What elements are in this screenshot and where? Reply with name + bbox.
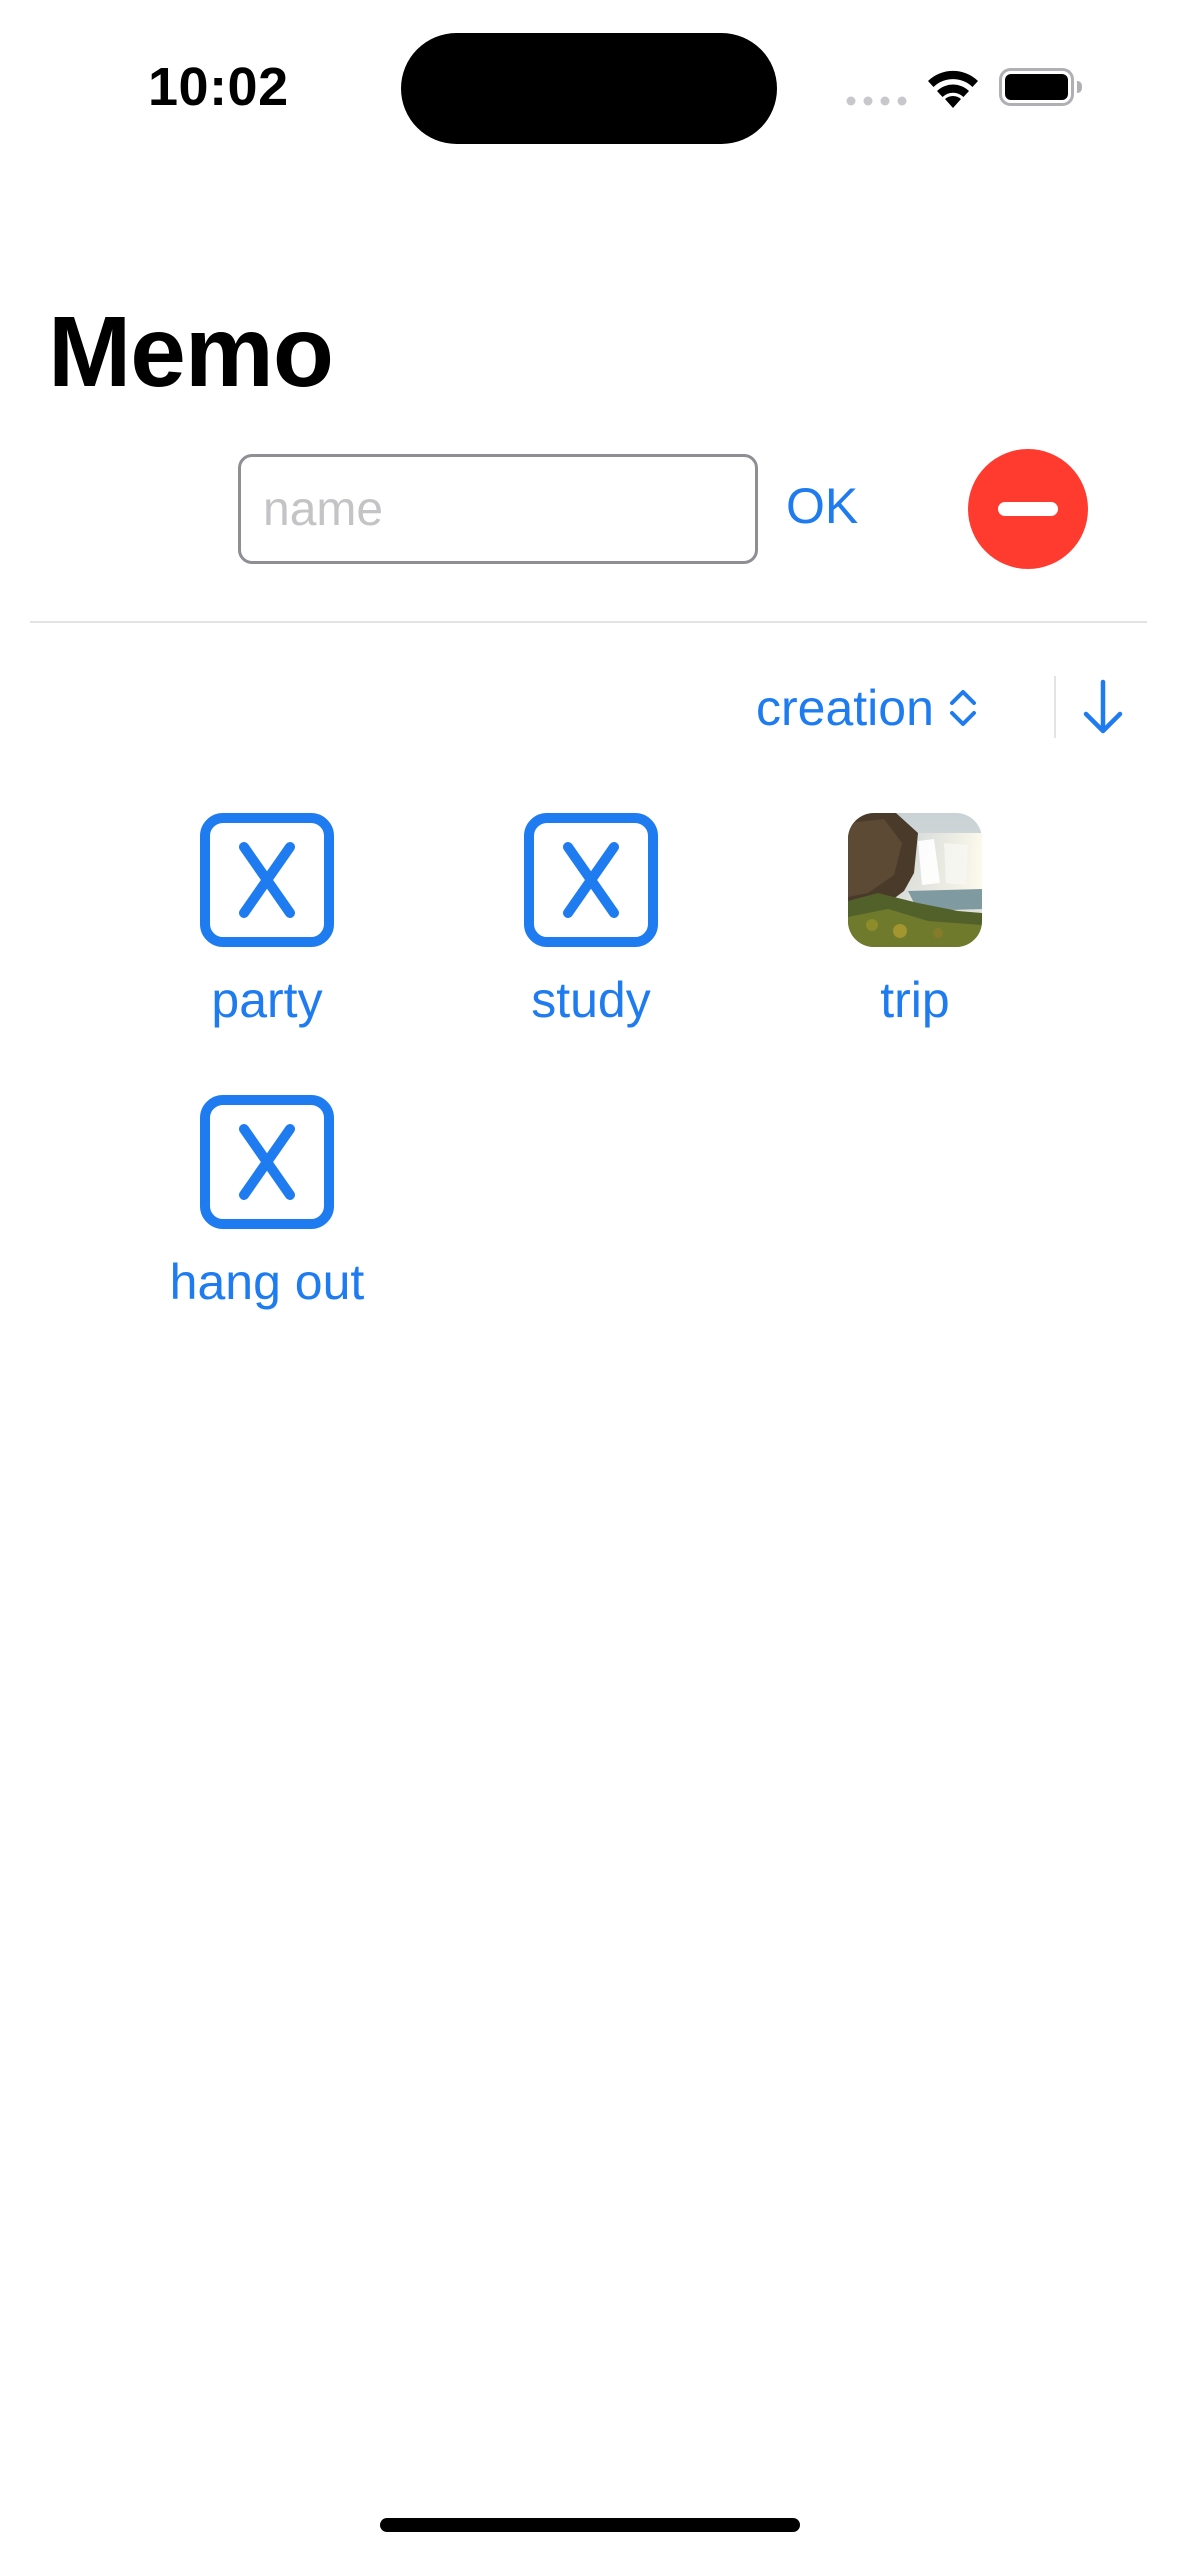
dynamic-island [401, 33, 777, 144]
name-input[interactable] [238, 454, 758, 564]
page-title: Memo [48, 296, 334, 408]
screen: 10:02 Memo OK creation [0, 0, 1179, 2556]
xmark-square-icon [524, 813, 658, 947]
arrow-down-icon [1083, 679, 1123, 734]
ok-button[interactable]: OK [786, 476, 858, 536]
cellular-signal-icon [846, 96, 907, 106]
sort-picker[interactable]: creation [756, 676, 978, 740]
xmark-square-icon [200, 1095, 334, 1229]
chevron-up-down-icon [949, 690, 976, 726]
waterfall-photo [848, 813, 982, 947]
memo-item-label: study [531, 972, 651, 1028]
sort-separator [1054, 676, 1056, 738]
memo-item-party[interactable]: party [137, 813, 397, 1053]
memo-item-label: party [211, 972, 323, 1028]
sort-direction-button[interactable] [1078, 676, 1128, 738]
wifi-icon [928, 70, 978, 108]
minus-icon [998, 502, 1058, 516]
home-indicator[interactable] [380, 2518, 800, 2532]
xmark-square-icon [200, 813, 334, 947]
battery-icon [999, 68, 1082, 106]
sort-picker-label: creation [756, 680, 934, 736]
divider [30, 621, 1147, 623]
status-time: 10:02 [148, 57, 289, 117]
memo-item-label: hang out [169, 1254, 365, 1310]
memo-item-hang-out[interactable]: hang out [137, 1095, 397, 1335]
memo-item-trip[interactable]: trip [785, 813, 1045, 1053]
memo-item-study[interactable]: study [461, 813, 721, 1053]
delete-button[interactable] [968, 449, 1088, 569]
memo-item-label: trip [880, 972, 950, 1028]
